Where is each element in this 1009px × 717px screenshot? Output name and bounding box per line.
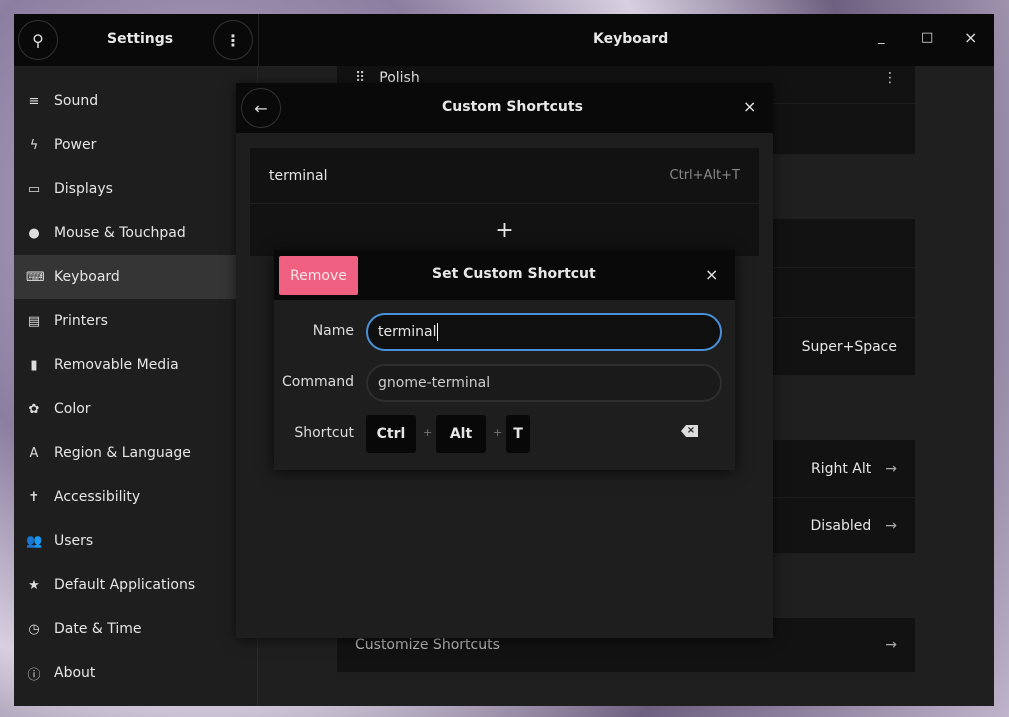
set-custom-shortcut-dialog: Remove Set Custom Shortcut × Name termin… <box>274 250 735 470</box>
users-icon: 👥 <box>26 533 43 549</box>
minimize-button[interactable]: _ <box>878 30 885 45</box>
sidebar-item-users[interactable]: 👥 Users <box>14 519 236 563</box>
shortcut-accel: Ctrl+Alt+T <box>669 168 740 183</box>
compose-key-value: Disabled <box>810 517 872 534</box>
sidebar-item-removable-media[interactable]: ▮ Removable Media <box>14 343 236 387</box>
command-input[interactable]: gnome-terminal <box>366 364 722 402</box>
sound-icon: ≡ <box>28 93 40 109</box>
search-icon: ⚲ <box>32 30 44 50</box>
mouse-icon: ● <box>28 225 40 241</box>
color-icon: ✿ <box>28 401 40 417</box>
clear-shortcut-icon[interactable]: × <box>681 425 698 437</box>
sidebar-item-accessibility[interactable]: ✝ Accessibility <box>14 475 236 519</box>
clock-icon: ◷ <box>28 621 40 637</box>
dialog-title: Custom Shortcuts <box>442 99 583 115</box>
sidebar-item-mouse-touchpad[interactable]: ● Mouse & Touchpad <box>14 211 236 255</box>
name-input[interactable]: terminal <box>366 313 722 351</box>
name-label: Name <box>312 323 354 339</box>
sidebar-item-label: Printers <box>54 313 108 329</box>
name-value: terminal <box>378 324 437 340</box>
back-button[interactable]: ← <box>241 88 281 128</box>
shortcut-name: terminal <box>269 167 328 184</box>
key-separator: + <box>493 426 503 439</box>
shortcut-list: terminal Ctrl+Alt+T + <box>250 148 759 256</box>
accessibility-icon: ✝ <box>28 489 40 505</box>
key-alt[interactable]: Alt <box>436 415 486 453</box>
arrow-right-icon: → <box>885 637 897 653</box>
sidebar-item-keyboard[interactable]: ⌨ Keyboard <box>14 255 236 299</box>
remove-button[interactable]: Remove <box>279 256 358 295</box>
header-bar: ⚲ Settings ⋮ Keyboard _ □ × <box>14 14 994 66</box>
sidebar-item-about[interactable]: ⓘ About <box>14 651 236 695</box>
info-icon: ⓘ <box>27 667 41 683</box>
power-icon: ϟ <box>29 137 39 153</box>
sidebar-item-label: Displays <box>54 181 113 197</box>
dialog-header: Remove Set Custom Shortcut × <box>274 250 735 300</box>
sidebar-item-label: Mouse & Touchpad <box>54 225 186 241</box>
panel-title: Keyboard <box>593 31 669 47</box>
sidebar-item-label: Power <box>54 137 97 153</box>
sidebar-item-label: Users <box>54 533 94 549</box>
sidebar-item-default-applications[interactable]: ★ Default Applications <box>14 563 236 607</box>
keyboard-icon: ⌨ <box>26 269 45 285</box>
sidebar-item-sound[interactable]: ≡ Sound <box>14 79 236 123</box>
kebab-menu-icon: ⋮ <box>225 30 241 50</box>
add-shortcut-button[interactable]: + <box>250 204 759 256</box>
sidebar-item-date-time[interactable]: ◷ Date & Time <box>14 607 236 651</box>
sidebar-item-label: Date & Time <box>54 621 142 637</box>
media-icon: ▮ <box>30 357 38 373</box>
key-t[interactable]: T <box>506 415 530 453</box>
sidebar-item-label: Removable Media <box>54 357 179 373</box>
sidebar-item-label: Color <box>54 401 91 417</box>
printer-icon: ▤ <box>27 313 41 329</box>
menu-button[interactable]: ⋮ <box>213 20 253 60</box>
arrow-right-icon: → <box>885 517 897 534</box>
arrow-left-icon: ← <box>254 98 268 118</box>
customize-shortcuts-label: Customize Shortcuts <box>355 637 500 653</box>
sidebar-item-displays[interactable]: ▭ Displays <box>14 167 236 211</box>
alternate-chars-value: Right Alt <box>810 460 872 477</box>
key-separator: + <box>423 426 433 439</box>
display-icon: ▭ <box>27 181 41 197</box>
star-icon: ★ <box>28 577 40 593</box>
arrow-right-icon: → <box>885 460 897 477</box>
shortcut-row[interactable]: terminal Ctrl+Alt+T <box>250 148 759 204</box>
sidebar-item-printers[interactable]: ▤ Printers <box>14 299 236 343</box>
key-ctrl[interactable]: Ctrl <box>366 415 416 453</box>
sidebar-item-power[interactable]: ϟ Power <box>14 123 236 167</box>
shortcut-label: Shortcut <box>294 425 354 441</box>
dialog-header: ← Custom Shortcuts × <box>236 83 773 133</box>
row-menu-icon[interactable]: ⋮ <box>883 70 897 86</box>
sidebar-item-region-language[interactable]: A Region & Language <box>14 431 236 475</box>
close-dialog-button[interactable]: × <box>705 265 718 284</box>
sidebar-title: Settings <box>107 31 174 47</box>
command-label: Command <box>282 374 354 390</box>
search-button[interactable]: ⚲ <box>18 20 58 60</box>
command-value: gnome-terminal <box>378 375 491 391</box>
sidebar: ⟜Sharing≡SoundϟPower▭Displays●Mouse & To… <box>14 49 258 706</box>
sidebar-item-label: Region & Language <box>54 445 191 461</box>
close-dialog-button[interactable]: × <box>743 97 756 116</box>
sidebar-item-label: Keyboard <box>54 269 120 285</box>
dialog-title: Set Custom Shortcut <box>432 266 596 282</box>
switch-shortcut-value: Super+Space <box>801 338 897 355</box>
region-icon: A <box>29 445 39 461</box>
sidebar-item-label: Accessibility <box>54 489 141 505</box>
sidebar-item-label: About <box>54 665 96 681</box>
maximize-button[interactable]: □ <box>921 30 933 45</box>
sidebar-item-label: Default Applications <box>54 577 196 593</box>
sidebar-item-label: Sound <box>54 93 99 109</box>
sidebar-item-color[interactable]: ✿ Color <box>14 387 236 431</box>
close-button[interactable]: × <box>964 28 977 47</box>
